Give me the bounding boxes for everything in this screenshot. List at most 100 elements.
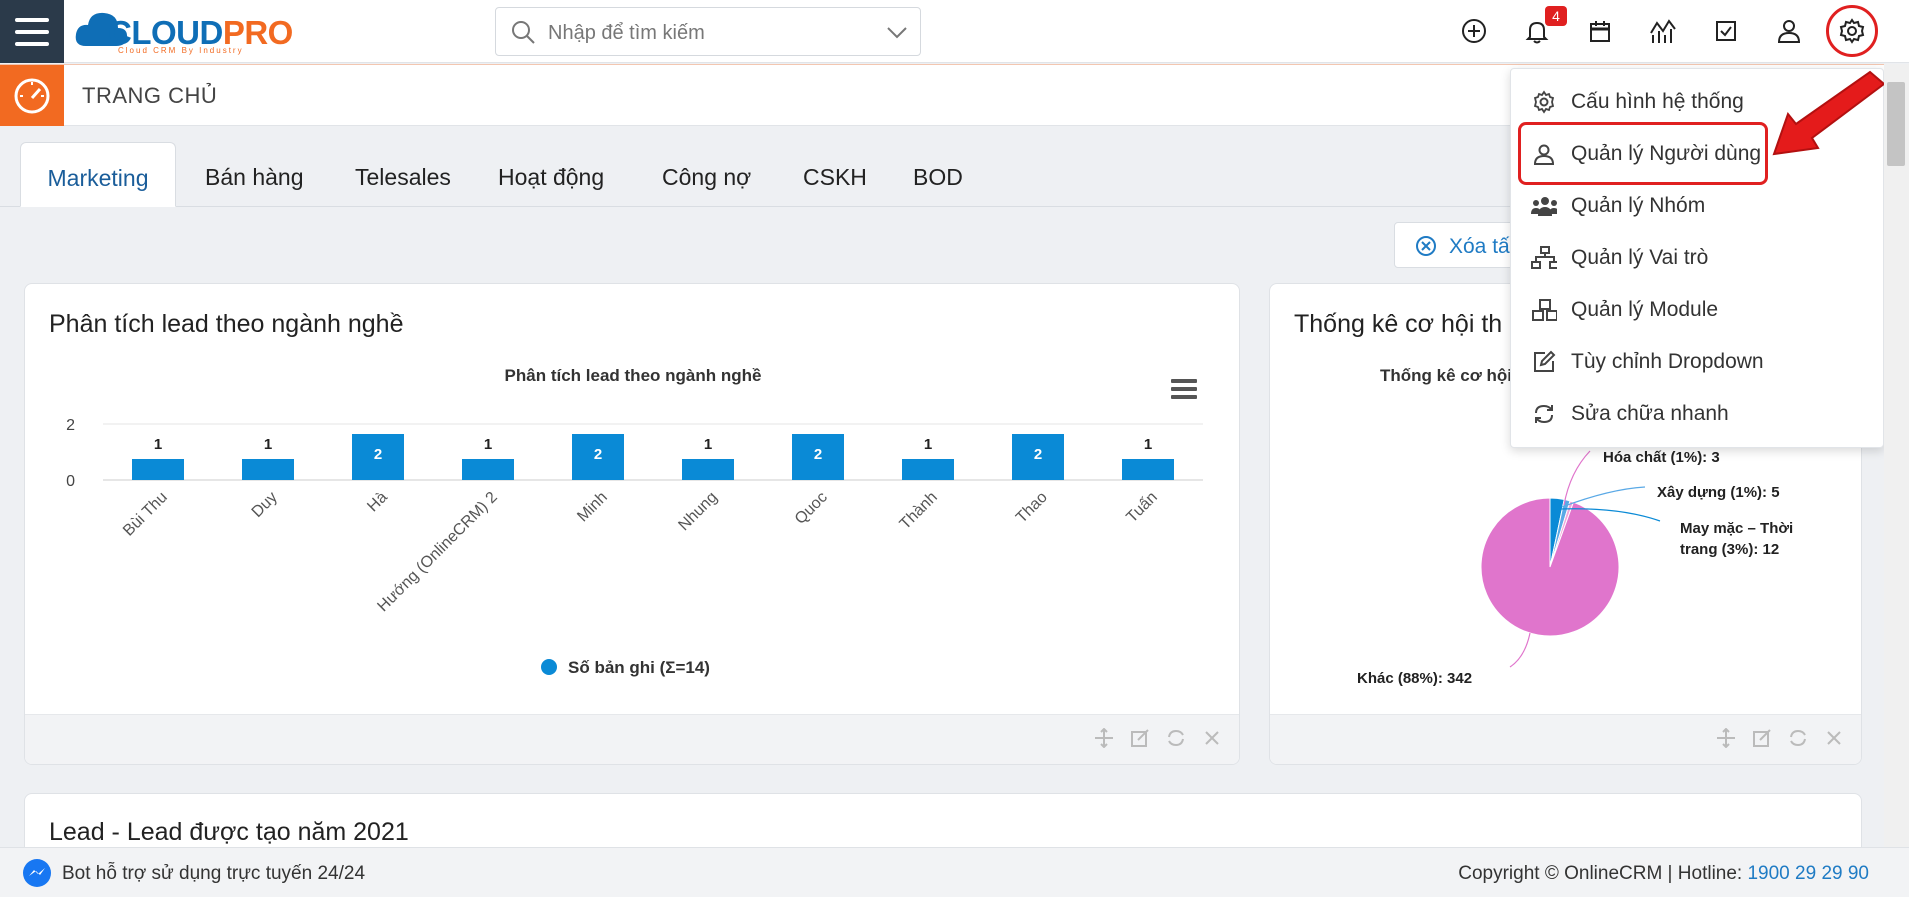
y-tick-label: 2 — [66, 417, 75, 434]
menu-item-custom-dropdown[interactable]: Tùy chỉnh Dropdown — [1511, 337, 1883, 387]
data-label: 1 — [154, 436, 162, 453]
user-icon[interactable] — [1772, 14, 1806, 48]
data-label: 2 — [594, 446, 602, 463]
pie-data-label: May mặc – Thời — [1680, 520, 1793, 537]
hamburger-menu-button[interactable] — [0, 0, 64, 63]
close-icon[interactable] — [1823, 727, 1845, 749]
bar — [902, 459, 954, 480]
scrollbar[interactable] — [1884, 64, 1909, 847]
tab-cong-no[interactable]: Công nợ — [662, 142, 751, 207]
copyright: Copyright © OnlineCRM | Hotline: 1900 29… — [1458, 863, 1869, 885]
chart-title: Thống kê cơ hội — [1380, 366, 1512, 385]
edit-icon[interactable] — [1751, 727, 1773, 749]
scrollbar-thumb[interactable] — [1887, 82, 1905, 166]
card-footer — [1270, 714, 1861, 764]
tab-ban-hang[interactable]: Bán hàng — [205, 142, 303, 207]
tab-cskh[interactable]: CSKH — [803, 142, 867, 207]
bar — [462, 459, 514, 480]
clear-all-label: Xóa tấ — [1449, 235, 1510, 258]
move-icon[interactable] — [1093, 727, 1115, 749]
gear-icon — [1531, 90, 1557, 114]
pie-data-label: Khác (88%): 342 — [1357, 670, 1472, 687]
x-tick-label: Tuấn — [1123, 489, 1160, 526]
page-title: TRANG CHỦ — [82, 83, 218, 108]
data-label: 1 — [484, 436, 492, 453]
top-header: CLOUDPRO Cloud CRM By Industry Nhập để t… — [0, 0, 1909, 63]
move-icon[interactable] — [1715, 727, 1737, 749]
refresh-icon[interactable] — [1165, 727, 1187, 749]
edit-icon — [1531, 350, 1557, 374]
x-tick-label: Hướng (OnlineCRM) 2 — [374, 489, 500, 615]
refresh-icon[interactable] — [1787, 727, 1809, 749]
hotline-link[interactable]: 1900 29 29 90 — [1747, 863, 1869, 884]
x-tick-label: Quoc — [792, 489, 831, 528]
pie-slice — [1480, 497, 1620, 637]
x-tick-label: Nhung — [675, 489, 720, 534]
messenger-icon[interactable] — [22, 858, 52, 888]
calendar-icon[interactable] — [1583, 14, 1617, 48]
menu-item-label: Tùy chỉnh Dropdown — [1571, 350, 1764, 373]
tab-telesales[interactable]: Telesales — [355, 142, 451, 207]
x-tick-label: Thao — [1013, 489, 1051, 527]
close-icon[interactable] — [1201, 727, 1223, 749]
data-label: 2 — [374, 446, 382, 463]
y-tick-label: 0 — [66, 473, 75, 490]
card-title: Lead - Lead được tạo năm 2021 — [49, 818, 409, 846]
pie-data-label: Hóa chất (1%): 3 — [1603, 449, 1720, 466]
refresh-icon — [1531, 402, 1557, 426]
data-label: 1 — [924, 436, 932, 453]
menu-item-group-management[interactable]: Quản lý Nhóm — [1511, 181, 1883, 231]
tab-hoat-dong[interactable]: Hoạt động — [498, 142, 604, 207]
menu-item-label: Quản lý Nhóm — [1571, 194, 1706, 217]
menu-item-module-management[interactable]: Quản lý Module — [1511, 285, 1883, 335]
x-tick-label: Hà — [364, 489, 391, 516]
chart-menu-icon-bar — [1171, 395, 1197, 399]
red-arrow-annotation — [1772, 70, 1886, 156]
menu-item-label: Quản lý Module — [1571, 298, 1719, 321]
checkbox-icon[interactable] — [1709, 14, 1743, 48]
tab-marketing[interactable]: Marketing — [20, 142, 176, 207]
close-circle-icon — [1416, 236, 1436, 256]
card-footer — [25, 714, 1239, 764]
search-icon — [512, 21, 535, 44]
legend-label: Số bản ghi (Σ=14) — [568, 658, 710, 677]
data-label: 1 — [1144, 436, 1152, 453]
footer-bar: Bot hỗ trợ sử dụng trực tuyến 24/24 Copy… — [0, 847, 1909, 897]
user-management-highlight — [1518, 122, 1768, 185]
logo[interactable]: CLOUDPRO Cloud CRM By Industry — [72, 4, 312, 58]
x-tick-label: Minh — [574, 489, 611, 526]
edit-icon[interactable] — [1129, 727, 1151, 749]
search-box[interactable]: Nhập để tìm kiếm — [495, 7, 921, 56]
cubes-icon — [1531, 298, 1557, 322]
menu-item-role-management[interactable]: Quản lý Vai trò — [1511, 233, 1883, 283]
data-label: 1 — [264, 436, 272, 453]
legend-marker — [541, 659, 557, 675]
chevron-down-icon[interactable] — [886, 26, 908, 40]
plus-circle-icon[interactable] — [1457, 14, 1491, 48]
sitemap-icon — [1531, 246, 1557, 270]
data-label: 2 — [814, 446, 822, 463]
bot-support-text[interactable]: Bot hỗ trợ sử dụng trực tuyến 24/24 — [62, 863, 365, 885]
bar — [132, 459, 184, 480]
copyright-text: Copyright © OnlineCRM | Hotline: — [1458, 863, 1748, 884]
data-label: 1 — [704, 436, 712, 453]
tab-bod[interactable]: BOD — [913, 142, 963, 207]
users-group-icon — [1531, 194, 1557, 218]
bar — [242, 459, 294, 480]
search-input[interactable]: Nhập để tìm kiếm — [548, 22, 705, 45]
menu-item-quick-repair[interactable]: Sửa chữa nhanh — [1511, 389, 1883, 439]
bar — [1122, 459, 1174, 480]
notification-badge: 4 — [1545, 6, 1567, 26]
menu-item-label: Sửa chữa nhanh — [1571, 402, 1729, 425]
dashboard-icon[interactable] — [0, 65, 64, 126]
pie-connector — [1563, 450, 1591, 506]
chart-menu-icon-bar — [1171, 387, 1197, 391]
x-tick-label: Bùi Thu — [120, 489, 171, 540]
pie-data-label: Xây dựng (1%): 5 — [1657, 484, 1780, 501]
chart-icon[interactable] — [1646, 14, 1680, 48]
bar — [682, 459, 734, 480]
chart-menu-icon-bar — [1171, 379, 1197, 383]
pie-data-label: trang (3%): 12 — [1680, 541, 1779, 558]
chart-title: Phân tích lead theo ngành nghề — [505, 366, 762, 385]
logo-tagline: Cloud CRM By Industry — [118, 46, 244, 55]
